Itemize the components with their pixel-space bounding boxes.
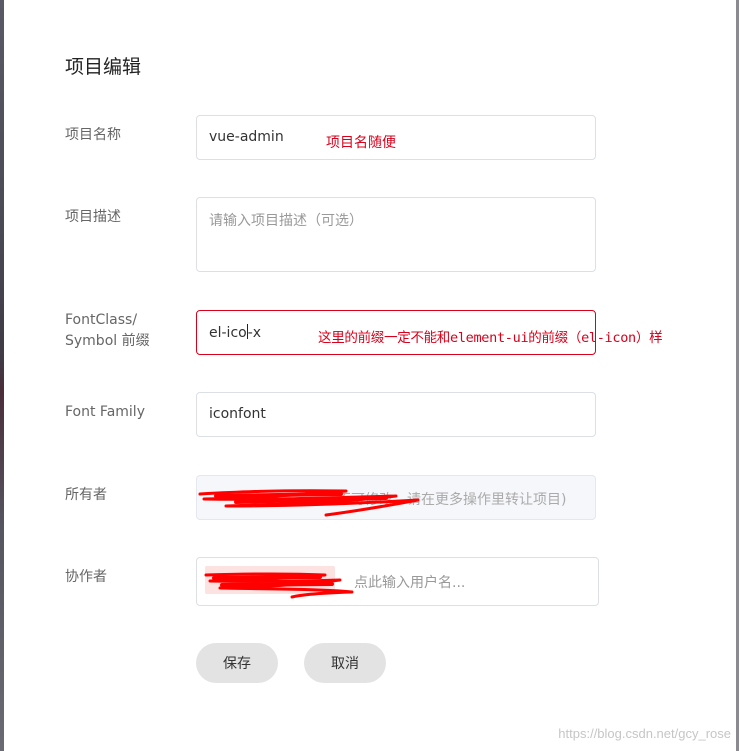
collaborators-input[interactable]: 点此输入用户名... xyxy=(196,557,599,606)
save-button[interactable]: 保存 xyxy=(196,643,278,683)
cancel-button[interactable]: 取消 xyxy=(304,643,386,683)
watermark: https://blog.csdn.net/gcy_rose xyxy=(558,726,731,741)
font-family-input[interactable]: iconfont xyxy=(196,392,596,437)
collaborators-placeholder: 点此输入用户名... xyxy=(354,575,466,591)
collaborators-label: 协作者 xyxy=(65,569,107,585)
project-name-annotation: 项目名随便 xyxy=(326,135,396,151)
owner-label: 所有者 xyxy=(65,487,107,503)
window-left-edge xyxy=(0,0,4,751)
owner-value: 不可修改，请在更多操作里转让项目) xyxy=(337,492,567,508)
project-desc-placeholder: 请输入项目描述（可选） xyxy=(209,213,363,229)
project-name-input[interactable]: vue-admin xyxy=(196,115,596,160)
project-name-value: vue-admin xyxy=(209,129,284,145)
prefix-annotation: 这里的前缀一定不能和element-ui的前缀（el-icon）样 xyxy=(318,330,663,346)
owner-input: 不可修改，请在更多操作里转让项目) xyxy=(196,475,596,520)
dialog-title: 项目编辑 xyxy=(65,56,142,78)
collaborator-tag xyxy=(205,566,335,594)
prefix-label-line2: Symbol 前缀 xyxy=(65,333,150,349)
prefix-label-line1: FontClass/ xyxy=(65,312,138,328)
prefix-value-after-caret: -x xyxy=(247,325,262,341)
project-desc-textarea[interactable]: 请输入项目描述（可选） xyxy=(196,197,596,272)
project-desc-label: 项目描述 xyxy=(65,209,121,225)
prefix-value: el-ico-x xyxy=(209,324,261,341)
font-family-value: iconfont xyxy=(209,406,266,422)
project-name-label: 项目名称 xyxy=(65,127,121,143)
prefix-value-before-caret: el-ico xyxy=(209,325,247,341)
font-family-label: Font Family xyxy=(65,404,145,420)
